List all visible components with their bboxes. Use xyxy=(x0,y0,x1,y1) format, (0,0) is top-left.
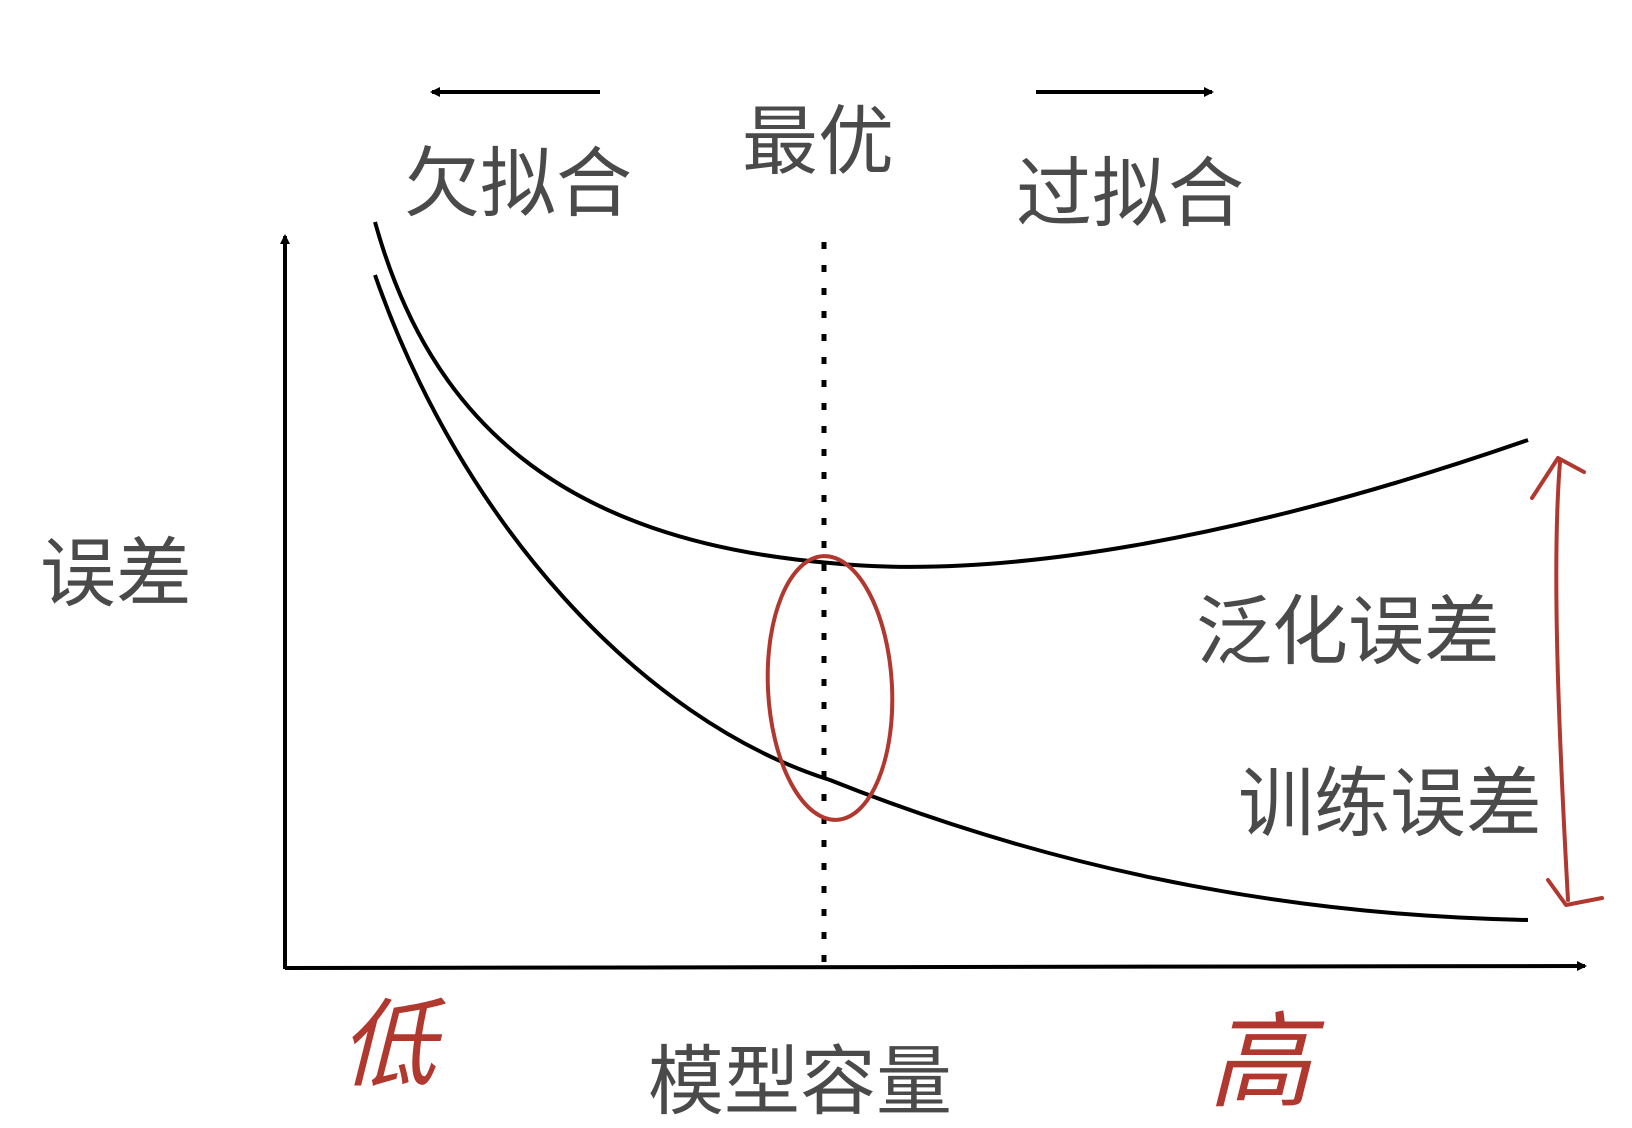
generalization-error-label: 泛化误差 xyxy=(1196,587,1500,676)
gap-double-arrow xyxy=(1530,456,1604,907)
low-annotation: 低 xyxy=(340,989,447,1101)
high-annotation: 高 xyxy=(1208,1001,1325,1123)
training-error-label: 训练误差 xyxy=(1238,759,1542,848)
y-axis-label: 误差 xyxy=(40,529,192,618)
underfit-label: 欠拟合 xyxy=(404,139,632,228)
optimal-label: 最优 xyxy=(742,97,894,186)
capacity-error-diagram: 欠拟合 最优 过拟合 误差 模型容量 泛化误差 训练误差 低 高 xyxy=(40,87,1604,1126)
optimal-gap-circle xyxy=(765,554,895,822)
generalization-error-curve xyxy=(373,221,1529,569)
x-axis-label: 模型容量 xyxy=(648,1037,952,1126)
overfit-label: 过拟合 xyxy=(1016,149,1244,238)
x-axis xyxy=(284,961,1587,972)
